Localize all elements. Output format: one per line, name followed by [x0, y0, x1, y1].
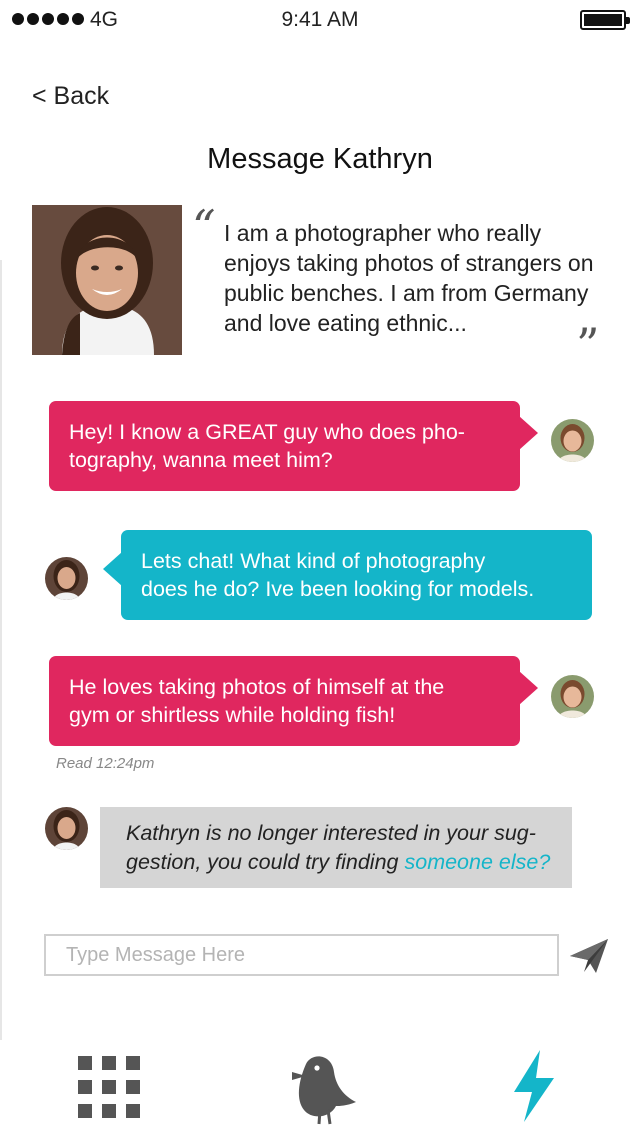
message-text-line: does he do? Ive been looking for models. — [141, 577, 535, 601]
send-button[interactable] — [568, 936, 610, 976]
profile-photo — [32, 205, 182, 355]
system-notice-line: Kathryn is no longer interested in your … — [126, 821, 536, 845]
lightning-icon[interactable] — [510, 1048, 558, 1124]
system-notice: Kathryn is no longer interested in your … — [100, 807, 572, 888]
system-notice-text: gestion, you could try finding — [126, 850, 405, 874]
profile-bio: I am a photographer who really enjoys ta… — [224, 220, 594, 336]
sender-avatar — [551, 675, 594, 718]
battery-icon — [580, 10, 630, 30]
message-text-line: tography, wanna meet him? — [69, 448, 333, 472]
message-input[interactable] — [44, 934, 559, 976]
message-bubble-outgoing: He loves taking photos of himself at the… — [49, 656, 538, 746]
sender-avatar — [551, 419, 594, 462]
grid-icon[interactable] — [78, 1056, 140, 1118]
message-text-line: Lets chat! What kind of photography — [141, 549, 486, 573]
message-bubble-incoming: Lets chat! What kind of photography does… — [103, 530, 592, 620]
system-notice-line: gestion, you could try finding someone e… — [126, 848, 562, 877]
tab-bar — [0, 1036, 640, 1136]
read-receipt: Read 12:24pm — [56, 755, 155, 772]
page-title: Message Kathryn — [207, 143, 433, 175]
message-bubble-outgoing: Hey! I know a GREAT guy who does pho- to… — [49, 401, 538, 491]
message-text-line: gym or shirtless while holding fish! — [69, 703, 396, 727]
kathryn-avatar — [45, 557, 88, 600]
bird-icon[interactable] — [286, 1048, 358, 1126]
paper-plane-icon — [570, 939, 608, 973]
left-edge-divider — [0, 260, 2, 1040]
message-text-line: He loves taking photos of himself at the — [69, 675, 445, 699]
status-time: 9:41 AM — [281, 8, 359, 31]
message-text-line: Hey! I know a GREAT guy who does pho- — [69, 420, 465, 444]
quote-open-mark: “ — [192, 200, 216, 254]
kathryn-avatar — [45, 807, 88, 850]
status-bar: 4G 9:41 AM — [0, 0, 640, 40]
quote-close-mark: ” — [576, 318, 600, 372]
back-button[interactable]: < Back — [32, 82, 109, 111]
someone-else-link[interactable]: someone else? — [404, 850, 550, 874]
